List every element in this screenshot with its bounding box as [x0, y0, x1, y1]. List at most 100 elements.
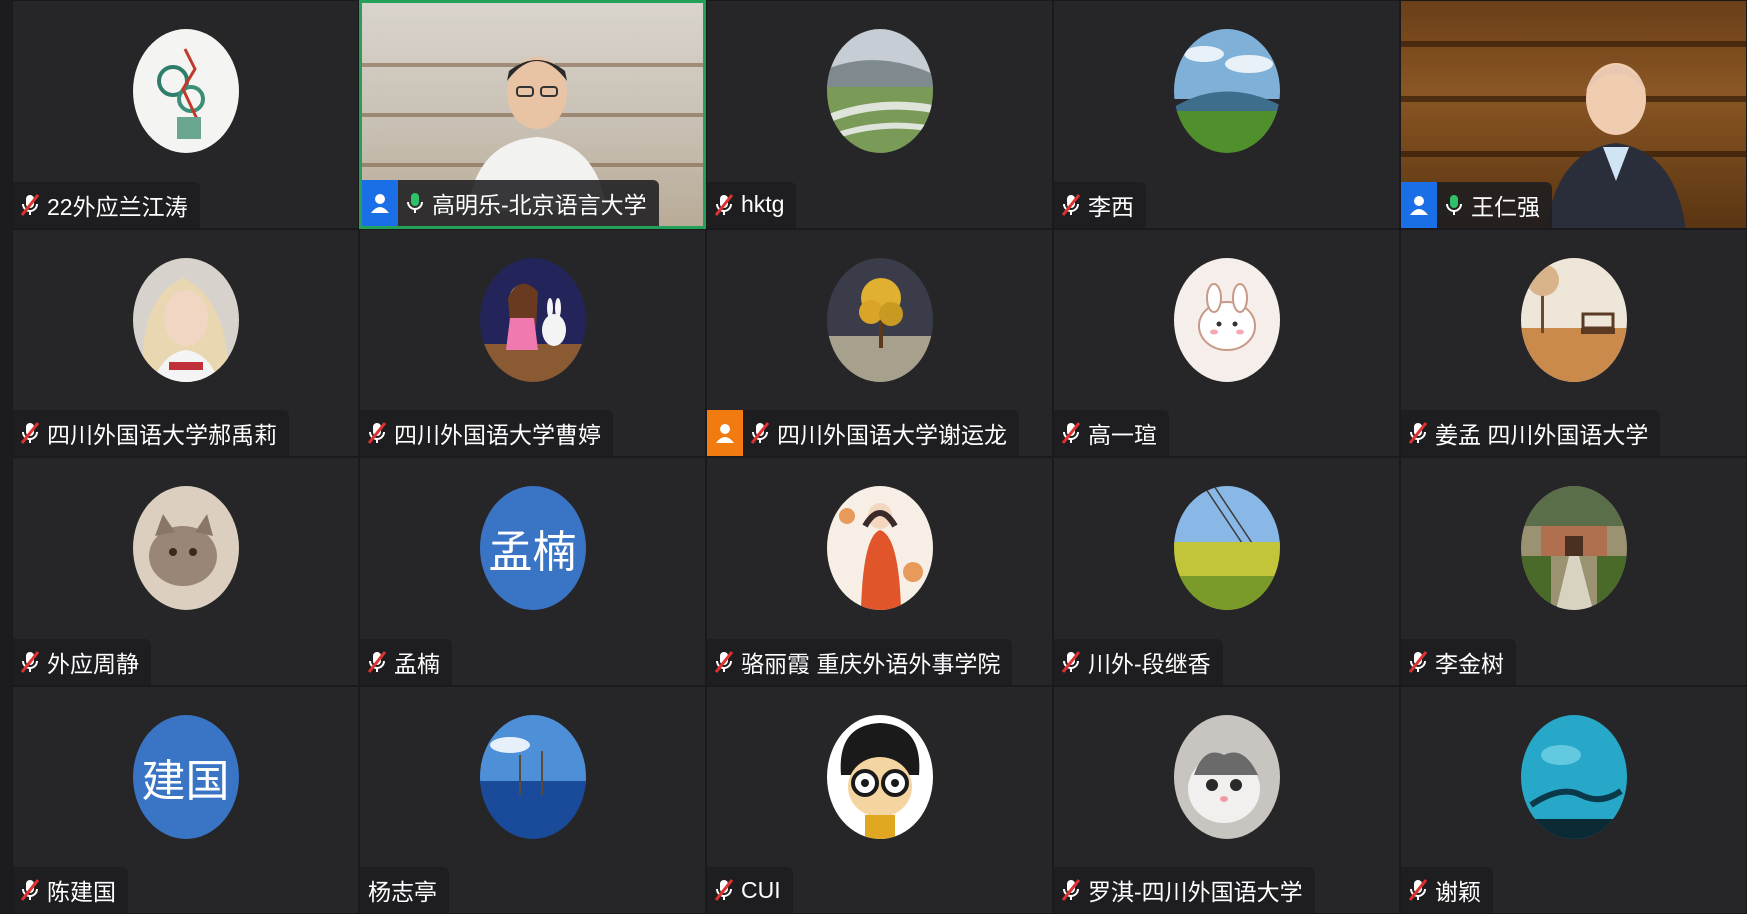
muted-mic-icon: [13, 182, 47, 228]
name-label: 川外-段继香: [1054, 638, 1223, 685]
participant-tile[interactable]: 罗淇-四川外国语大学: [1053, 685, 1400, 914]
name-label: 四川外国语大学曹婷: [360, 410, 613, 456]
avatar: [1520, 257, 1627, 382]
name-label: 外应周静: [13, 638, 151, 685]
muted-mic-icon: [743, 410, 777, 456]
name-label: 杨志亭: [360, 867, 449, 913]
participant-tile[interactable]: 谢颖: [1400, 685, 1747, 914]
participant-name: 川外-段继香: [1088, 650, 1211, 677]
participant-name: 杨志亭: [368, 879, 437, 905]
participant-tile[interactable]: 四川外国语大学谢运龙: [706, 228, 1053, 457]
participant-name: 四川外国语大学郝禹莉: [47, 422, 277, 448]
participant-tile[interactable]: 孟楠 孟楠: [359, 457, 706, 686]
muted-mic-icon: [707, 182, 741, 228]
avatar: [479, 714, 586, 839]
name-label: 四川外国语大学谢运龙: [707, 410, 1019, 456]
name-label: hktg: [707, 181, 797, 228]
participant-name: 王仁强: [1471, 193, 1540, 220]
muted-mic-icon: [13, 639, 47, 685]
avatar: [1173, 29, 1280, 153]
participant-name: 姜孟 四川外国语大学: [1435, 422, 1649, 448]
participant-tile[interactable]: 李金树: [1400, 457, 1747, 686]
name-label: 高明乐-北京语言大学: [362, 179, 659, 226]
avatar: [1173, 257, 1280, 382]
participant-tile[interactable]: 外应周静: [12, 457, 359, 686]
participant-name: 骆丽霞 重庆外语外事学院: [741, 650, 1001, 677]
video-feed: [1531, 51, 1701, 228]
participant-tile[interactable]: 王仁强: [1400, 0, 1747, 229]
avatar: [132, 486, 239, 610]
name-label: 李金树: [1401, 638, 1516, 685]
name-label: 罗淇-四川外国语大学: [1054, 867, 1315, 913]
mic-on-icon: [1437, 182, 1471, 228]
avatar: [1520, 486, 1627, 610]
participant-name: 四川外国语大学曹婷: [394, 422, 601, 448]
name-label: 李西: [1054, 181, 1146, 228]
participant-name: 陈建国: [47, 879, 116, 905]
name-label: 陈建国: [13, 867, 128, 913]
avatar: [826, 714, 933, 839]
name-label: 王仁强: [1401, 181, 1552, 228]
muted-mic-icon: [360, 410, 394, 456]
participant-tile[interactable]: 四川外国语大学郝禹莉: [12, 228, 359, 457]
muted-mic-icon: [360, 639, 394, 685]
initials-avatar: 建国: [132, 714, 239, 839]
participant-name: 李金树: [1435, 650, 1504, 677]
avatar: [826, 29, 933, 153]
avatar: [479, 257, 586, 382]
muted-mic-icon: [707, 867, 741, 913]
participant-name: 孟楠: [394, 650, 440, 677]
participant-name: 四川外国语大学谢运龙: [777, 422, 1007, 448]
participant-tile[interactable]: 李西: [1053, 0, 1400, 229]
muted-mic-icon: [1401, 867, 1435, 913]
participant-tile[interactable]: 建国 陈建国: [12, 685, 359, 914]
avatar: [1520, 714, 1627, 839]
participant-name: 外应周静: [47, 650, 139, 677]
participant-tile[interactable]: 川外-段继香: [1053, 457, 1400, 686]
name-label: 姜孟 四川外国语大学: [1401, 410, 1661, 456]
muted-mic-icon: [1401, 410, 1435, 456]
name-label: 孟楠: [360, 638, 452, 685]
name-label: 谢颖: [1401, 867, 1493, 913]
participant-name: 高一瑄: [1088, 422, 1157, 448]
participant-name: 李西: [1088, 193, 1134, 220]
muted-mic-icon: [1401, 639, 1435, 685]
participant-name: CUI: [741, 876, 781, 903]
avatar: [826, 257, 933, 382]
name-label: 骆丽霞 重庆外语外事学院: [707, 638, 1013, 685]
participant-name: 谢颖: [1435, 879, 1481, 905]
muted-mic-icon: [13, 410, 47, 456]
participant-name: 罗淇-四川外国语大学: [1088, 879, 1303, 905]
name-label: 22外应兰江涛: [13, 181, 200, 228]
participant-tile[interactable]: 22外应兰江涛: [12, 0, 359, 229]
participant-name: 高明乐-北京语言大学: [432, 191, 647, 218]
avatar: [132, 29, 239, 153]
muted-mic-icon: [1054, 410, 1088, 456]
participant-name: 22外应兰江涛: [47, 193, 188, 220]
participant-tile[interactable]: 高一瑄: [1053, 228, 1400, 457]
participant-tile[interactable]: CUI: [706, 685, 1053, 914]
name-label: 高一瑄: [1054, 410, 1169, 456]
participant-tile[interactable]: hktg: [706, 0, 1053, 229]
muted-mic-icon: [707, 639, 741, 685]
avatar: [132, 257, 239, 382]
video-gallery: 22外应兰江涛 高明乐-北京语言大学 hktg 李西 王仁强 四川外国语大学郝禹…: [12, 0, 1747, 914]
participant-tile[interactable]: 骆丽霞 重庆外语外事学院: [706, 457, 1053, 686]
participant-tile[interactable]: 四川外国语大学曹婷: [359, 228, 706, 457]
muted-mic-icon: [1054, 182, 1088, 228]
muted-mic-icon: [13, 867, 47, 913]
host-badge-icon: [362, 179, 398, 226]
mic-on-icon: [398, 180, 432, 226]
avatar: [826, 486, 933, 610]
participant-tile[interactable]: 杨志亭: [359, 685, 706, 914]
host-badge-icon: [1401, 181, 1437, 228]
name-label: CUI: [707, 867, 793, 913]
muted-mic-icon: [1054, 867, 1088, 913]
avatar: [1173, 714, 1280, 839]
avatar: [1173, 486, 1280, 610]
muted-mic-icon: [1054, 639, 1088, 685]
active-speaker-tile[interactable]: 高明乐-北京语言大学: [359, 0, 706, 229]
participant-tile[interactable]: 姜孟 四川外国语大学: [1400, 228, 1747, 457]
name-label: 四川外国语大学郝禹莉: [13, 410, 289, 456]
participant-name: hktg: [741, 191, 785, 217]
